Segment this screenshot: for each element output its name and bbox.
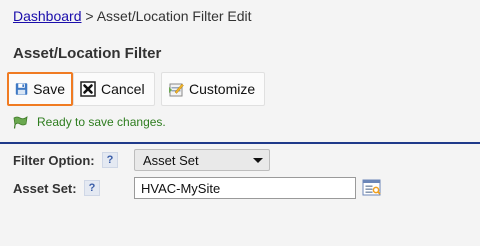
- x-box-icon: [80, 81, 96, 97]
- asset-set-label: Asset Set:: [13, 180, 77, 196]
- breadcrumb: Dashboard > Asset/Location Filter Edit: [13, 8, 252, 24]
- customize-icon: [169, 83, 184, 97]
- breadcrumb-dashboard-link[interactable]: Dashboard: [13, 8, 82, 24]
- breadcrumb-separator: >: [85, 8, 94, 24]
- save-button-label: Save: [33, 81, 65, 97]
- filter-option-select[interactable]: Asset Set: [134, 149, 270, 171]
- filter-option-selected-value: Asset Set: [143, 152, 199, 168]
- chevron-down-icon: [253, 158, 263, 163]
- filter-option-help-icon[interactable]: ?: [102, 152, 118, 168]
- customize-button-label: Customize: [189, 81, 256, 97]
- customize-button[interactable]: Customize: [161, 72, 265, 106]
- asset-set-help-icon[interactable]: ?: [84, 180, 100, 196]
- asset-set-input[interactable]: HVAC-MySite: [134, 177, 356, 199]
- cancel-button[interactable]: Cancel: [73, 72, 155, 106]
- asset-set-row: Asset Set:: [13, 177, 77, 199]
- floppy-disk-icon: [15, 83, 28, 95]
- status-text: Ready to save changes.: [37, 115, 166, 129]
- filter-option-row: Filter Option:: [13, 149, 95, 171]
- filter-option-label: Filter Option:: [13, 152, 95, 168]
- cancel-button-label: Cancel: [101, 81, 145, 97]
- asset-set-input-value: HVAC-MySite: [141, 180, 221, 196]
- breadcrumb-current: Asset/Location Filter Edit: [96, 8, 252, 24]
- section-divider: [0, 142, 480, 144]
- green-flag-icon: [13, 116, 28, 129]
- save-button[interactable]: Save: [7, 72, 73, 106]
- page-title: Asset/Location Filter: [13, 45, 162, 62]
- lookup-list-icon[interactable]: [362, 178, 382, 198]
- status-message: Ready to save changes.: [13, 115, 166, 129]
